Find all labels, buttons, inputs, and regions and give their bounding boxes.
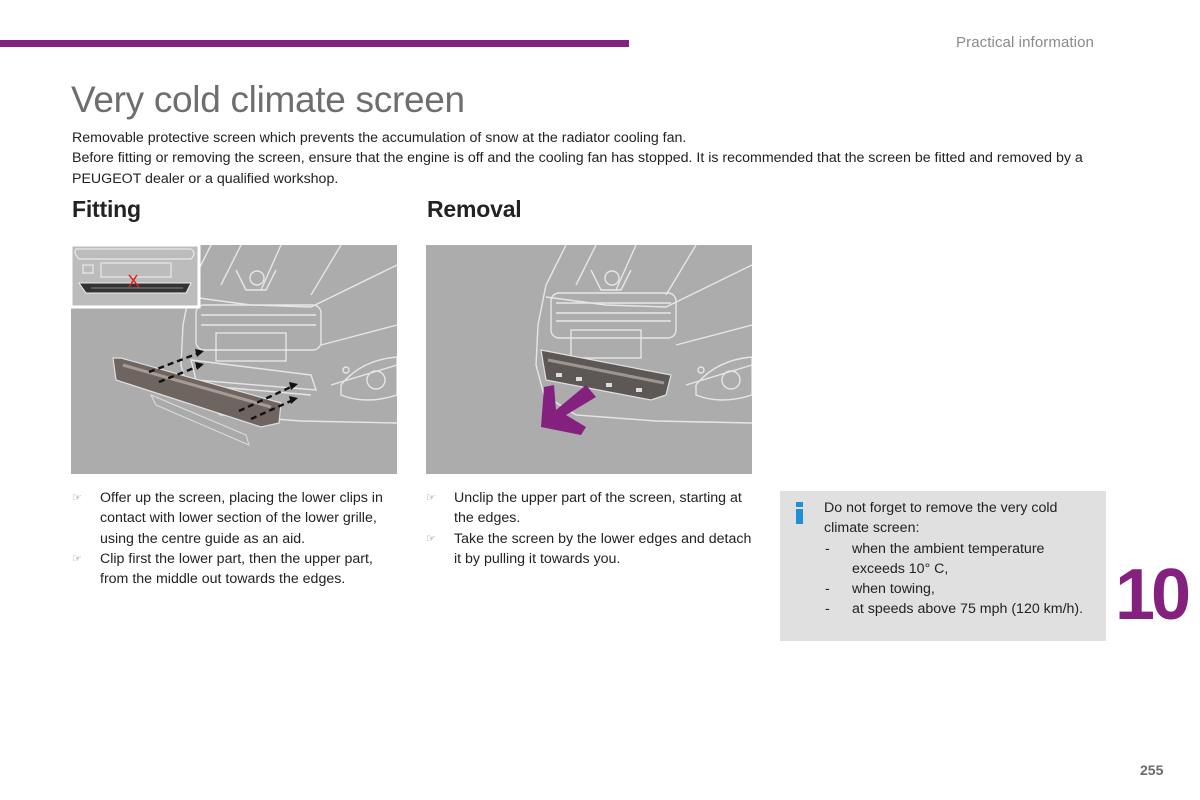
removal-step: ☞ Unclip the upper part of the screen, s… <box>426 488 756 529</box>
fitting-heading: Fitting <box>72 196 141 222</box>
pointing-hand-icon: ☞ <box>72 552 82 565</box>
fitting-step: ☞ Clip first the lower part, then the up… <box>72 549 402 590</box>
removal-step-text: Take the screen by the lower edges and d… <box>454 530 752 567</box>
removal-illustration <box>426 245 752 474</box>
intro-paragraph: Removable protective screen which preven… <box>72 130 687 146</box>
info-icon <box>796 502 803 524</box>
removal-steps: ☞ Unclip the upper part of the screen, s… <box>426 488 756 569</box>
info-box: Do not forget to remove the very cold cl… <box>780 491 1106 641</box>
fitting-illustration <box>71 245 397 474</box>
pointing-hand-icon: ☞ <box>72 492 82 504</box>
info-list-item: - when the ambient temperature exceeds 1… <box>824 539 1096 580</box>
fitting-step-text: Offer up the screen, placing the lower c… <box>100 490 383 547</box>
info-list-item: - when towing, <box>824 579 1096 599</box>
info-list-item-text: when towing, <box>852 581 935 598</box>
info-list: - when the ambient temperature exceeds 1… <box>824 539 1096 620</box>
dash-bullet: - <box>825 581 830 598</box>
fitting-step-text: Clip first the lower part, then the uppe… <box>100 550 373 588</box>
removal-step: ☞ Take the screen by the lower edges and… <box>426 529 756 570</box>
page-number: 255 <box>1140 762 1164 778</box>
section-label: Practical information <box>956 34 1094 51</box>
chapter-number: 10 <box>1115 555 1191 635</box>
dash-bullet: - <box>825 540 830 557</box>
pointing-hand-icon: ☞ <box>426 532 436 545</box>
removal-step-text: Unclip the upper part of the screen, sta… <box>454 490 742 527</box>
intro-text: Removable protective screen which preven… <box>72 128 1112 189</box>
pointing-hand-icon: ☞ <box>426 492 436 504</box>
header-accent-bar <box>0 40 629 47</box>
removal-heading: Removal <box>427 196 522 222</box>
info-text: Do not forget to remove the very cold cl… <box>824 500 1058 537</box>
dash-bullet: - <box>825 601 830 618</box>
page-title: Very cold climate screen <box>71 79 465 120</box>
info-list-item: - at speeds above 75 mph (120 km/h). <box>824 599 1096 619</box>
fitting-step: ☞ Offer up the screen, placing the lower… <box>72 488 402 549</box>
fitting-steps: ☞ Offer up the screen, placing the lower… <box>72 488 402 589</box>
info-list-item-text: at speeds above 75 mph (120 km/h). <box>852 601 1084 618</box>
info-list-item-text: when the ambient temperature exceeds 10°… <box>852 540 1045 577</box>
intro-paragraph: Before fitting or removing the screen, e… <box>72 150 1083 187</box>
